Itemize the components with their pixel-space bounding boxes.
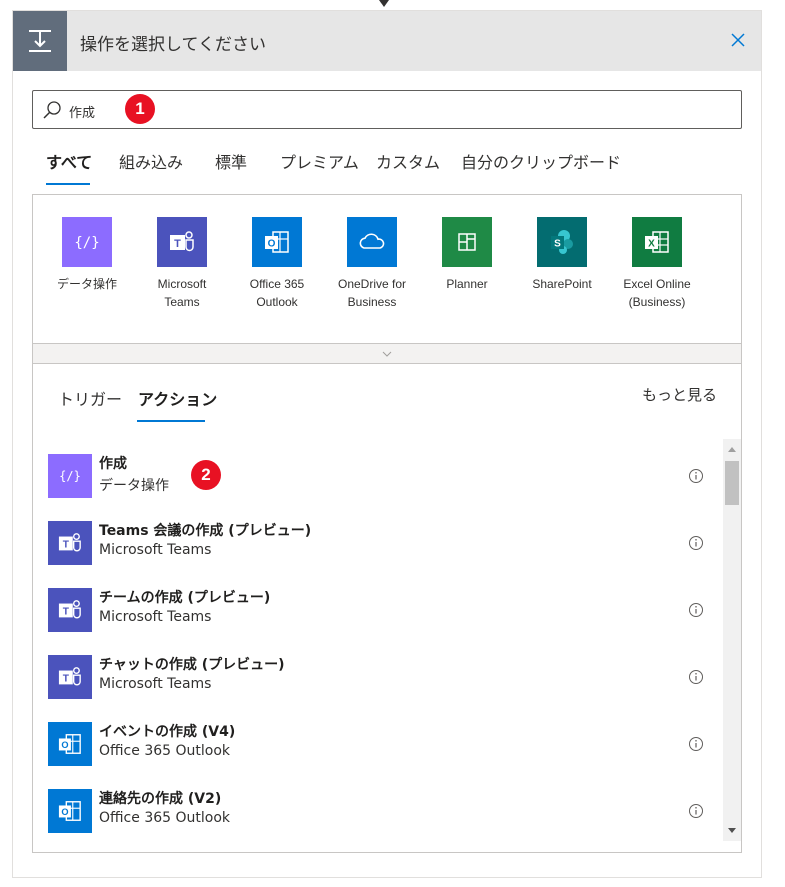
top-arrow bbox=[379, 0, 389, 7]
action-title: 作成 bbox=[99, 456, 127, 472]
planner-icon bbox=[442, 217, 492, 267]
close-button[interactable] bbox=[725, 27, 751, 53]
info-icon[interactable] bbox=[687, 735, 705, 753]
connector-outlook[interactable]: O Office 365 Outlook bbox=[231, 217, 323, 311]
tab-builtin[interactable]: 組み込み bbox=[119, 149, 183, 173]
outlook-icon: O bbox=[48, 722, 92, 766]
data-operation-icon: {/} bbox=[62, 217, 112, 267]
info-icon[interactable] bbox=[687, 534, 705, 552]
scroll-up-arrow[interactable] bbox=[728, 447, 736, 452]
svg-text:O: O bbox=[268, 239, 276, 250]
teams-icon: T bbox=[48, 655, 92, 699]
scroll-down-arrow[interactable] bbox=[728, 828, 736, 833]
action-title: Teams 会議の作成 (プレビュー) bbox=[99, 523, 312, 539]
connector-teams[interactable]: T Microsoft Teams bbox=[136, 217, 228, 311]
action-item[interactable]: O イベントの作成 (V4) Office 365 Outlook bbox=[33, 712, 723, 778]
data-operation-icon: {/} bbox=[48, 454, 92, 498]
tab-actions[interactable]: アクション bbox=[138, 386, 217, 410]
connector-sharepoint[interactable]: S SharePoint bbox=[516, 217, 608, 293]
scroll-thumb[interactable] bbox=[725, 461, 739, 505]
onedrive-icon bbox=[347, 217, 397, 267]
connector-label: Planner bbox=[446, 277, 488, 291]
action-item[interactable]: T チームの作成 (プレビュー) Microsoft Teams bbox=[33, 578, 723, 644]
action-item[interactable]: O 連絡先の作成 (V2) Office 365 Outlook bbox=[33, 779, 723, 845]
action-connector: Microsoft Teams bbox=[99, 542, 212, 558]
connector-label: Excel Online (Business) bbox=[623, 277, 691, 309]
action-connector: Office 365 Outlook bbox=[99, 810, 230, 826]
action-item[interactable]: T チャットの作成 (プレビュー) Microsoft Teams bbox=[33, 645, 723, 711]
panel-header: 操作を選択してください bbox=[13, 11, 761, 71]
sharepoint-icon: S bbox=[537, 217, 587, 267]
svg-text:T: T bbox=[63, 540, 70, 551]
svg-text:O: O bbox=[61, 740, 68, 750]
tab-actions-underline bbox=[137, 420, 205, 422]
action-connector: Microsoft Teams bbox=[99, 609, 212, 625]
action-title: チャットの作成 (プレビュー) bbox=[99, 657, 285, 673]
search-input[interactable]: 作成 1 bbox=[32, 90, 742, 129]
tab-all-underline bbox=[46, 183, 90, 185]
tab-all[interactable]: すべて bbox=[46, 149, 92, 173]
step-badge-1: 1 bbox=[125, 94, 155, 124]
results-panel: トリガー アクション もっと見る {/} 作成 データ操作 2 T Teams … bbox=[32, 364, 742, 853]
connector-label: Microsoft Teams bbox=[157, 277, 207, 309]
info-icon[interactable] bbox=[687, 802, 705, 820]
action-item[interactable]: {/} 作成 データ操作 2 bbox=[33, 444, 723, 510]
svg-text:T: T bbox=[63, 607, 70, 618]
chevron-down-icon bbox=[382, 351, 392, 357]
info-icon[interactable] bbox=[687, 601, 705, 619]
svg-text:T: T bbox=[174, 238, 181, 250]
step-icon bbox=[13, 11, 67, 71]
teams-icon: T bbox=[48, 588, 92, 632]
connector-label: データ操作 bbox=[56, 277, 117, 291]
connector-label: Office 365 Outlook bbox=[249, 277, 305, 309]
tab-standard[interactable]: 標準 bbox=[215, 149, 247, 173]
svg-text:O: O bbox=[61, 807, 68, 817]
tab-custom[interactable]: カスタム bbox=[376, 149, 440, 173]
action-picker-panel: 操作を選択してください 作成 1 すべて 組み込み 標準 プレミアム カスタム … bbox=[12, 10, 762, 878]
action-title: チームの作成 (プレビュー) bbox=[99, 590, 271, 606]
excel-icon: X bbox=[632, 217, 682, 267]
tab-premium[interactable]: プレミアム bbox=[280, 149, 359, 173]
outlook-icon: O bbox=[252, 217, 302, 267]
action-connector: データ操作 bbox=[99, 478, 169, 494]
connector-data-operation[interactable]: {/} データ操作 bbox=[41, 217, 133, 293]
panel-title: 操作を選択してください bbox=[80, 35, 266, 55]
connector-grid: {/} データ操作 T Microsoft Teams O Office 365… bbox=[32, 194, 742, 364]
svg-text:S: S bbox=[554, 239, 561, 250]
svg-text:X: X bbox=[648, 239, 655, 250]
connector-label: OneDrive for Business bbox=[337, 277, 407, 309]
search-icon bbox=[43, 101, 61, 119]
connector-label: SharePoint bbox=[532, 277, 592, 291]
svg-text:T: T bbox=[63, 674, 70, 685]
close-icon bbox=[731, 33, 745, 47]
search-value[interactable]: 作成 bbox=[69, 102, 95, 121]
outlook-icon: O bbox=[48, 789, 92, 833]
teams-icon: T bbox=[157, 217, 207, 267]
action-connector: Office 365 Outlook bbox=[99, 743, 230, 759]
tab-triggers[interactable]: トリガー bbox=[58, 386, 122, 410]
info-icon[interactable] bbox=[687, 467, 705, 485]
connector-excel[interactable]: X Excel Online (Business) bbox=[611, 217, 703, 311]
svg-text:{/}: {/} bbox=[74, 235, 99, 251]
info-icon[interactable] bbox=[687, 668, 705, 686]
action-item[interactable]: T Teams 会議の作成 (プレビュー) Microsoft Teams bbox=[33, 511, 723, 577]
action-title: イベントの作成 (V4) bbox=[99, 724, 236, 740]
tab-my-clipboard[interactable]: 自分のクリップボード bbox=[461, 149, 621, 173]
connector-planner[interactable]: Planner bbox=[421, 217, 513, 293]
connector-onedrive[interactable]: OneDrive for Business bbox=[326, 217, 418, 311]
expand-connectors-button[interactable] bbox=[33, 343, 741, 363]
svg-text:{/}: {/} bbox=[59, 469, 81, 483]
action-title: 連絡先の作成 (V2) bbox=[99, 791, 222, 807]
teams-icon: T bbox=[48, 521, 92, 565]
results-scrollbar[interactable] bbox=[723, 439, 741, 841]
action-connector: Microsoft Teams bbox=[99, 676, 212, 692]
step-badge-2: 2 bbox=[191, 460, 221, 490]
see-more-link[interactable]: もっと見る bbox=[642, 384, 717, 405]
